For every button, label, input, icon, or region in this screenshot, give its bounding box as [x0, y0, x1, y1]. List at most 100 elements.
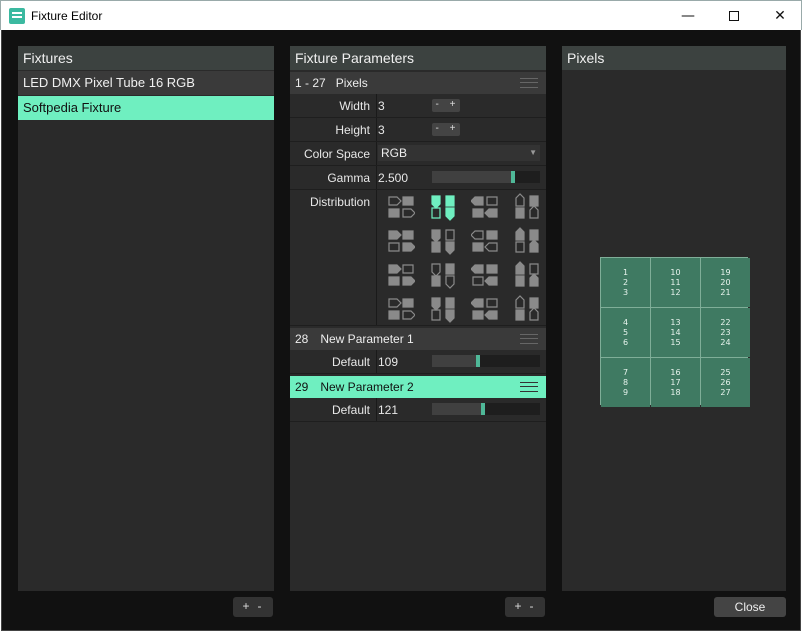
- minimize-button[interactable]: —: [665, 1, 711, 31]
- height-stepper[interactable]: - +: [432, 123, 460, 136]
- group-name: New Parameter 2: [320, 380, 414, 394]
- distribution-option-icon[interactable]: [506, 258, 548, 292]
- gamma-value[interactable]: 2.500: [378, 171, 408, 185]
- pixel-number: 2: [622, 277, 629, 287]
- pixel-number: 3: [622, 287, 629, 297]
- slider-knob[interactable]: [476, 355, 480, 367]
- title-bar: Fixture Editor — ✕: [0, 0, 802, 30]
- slider-fill: [432, 171, 513, 183]
- divider: [376, 94, 377, 117]
- parameter-group-2[interactable]: 29 New Parameter 2: [290, 376, 546, 398]
- parameter-add-remove: +-: [505, 597, 545, 617]
- chevron-down-icon: ▼: [529, 148, 537, 157]
- default-value[interactable]: 109: [378, 355, 398, 369]
- pixel-number: 5: [622, 327, 629, 337]
- slider-knob[interactable]: [511, 171, 515, 183]
- distribution-option-icon[interactable]: [380, 292, 422, 326]
- distribution-option-icon[interactable]: [422, 190, 464, 224]
- default-value[interactable]: 121: [378, 403, 398, 417]
- divider: [376, 190, 377, 325]
- close-button[interactable]: Close: [714, 597, 786, 617]
- default-slider[interactable]: [432, 403, 540, 415]
- maximize-button[interactable]: [711, 1, 757, 31]
- parameter-group-pixels[interactable]: 1 - 27 Pixels: [290, 72, 546, 94]
- divider: [376, 118, 377, 141]
- fixture-item-selected[interactable]: Softpedia Fixture: [18, 96, 274, 120]
- fixtures-header: Fixtures: [18, 46, 274, 70]
- default-label: Default: [331, 403, 370, 417]
- distribution-option-icon[interactable]: [380, 224, 422, 258]
- distribution-option-icon[interactable]: [380, 258, 422, 292]
- pixels-panel: Pixels 1 2 3 10 11 12 19 20 21 4 5 6 13 14 15 22 23 24 7 8 9…: [562, 46, 786, 591]
- distribution-option-icon[interactable]: [422, 258, 464, 292]
- pixel-number: 23: [720, 327, 731, 337]
- default-row: Default 109: [290, 350, 546, 374]
- default-label: Default: [331, 355, 370, 369]
- gamma-label: Gamma: [327, 171, 370, 185]
- group-number: 28: [295, 332, 309, 346]
- drag-handle-icon[interactable]: [520, 78, 538, 88]
- divider: [376, 398, 377, 421]
- distribution-option-icon[interactable]: [506, 224, 548, 258]
- distribution-option-icon[interactable]: [422, 224, 464, 258]
- default-slider[interactable]: [432, 355, 540, 367]
- group-number: 29: [295, 380, 309, 394]
- height-value[interactable]: 3: [378, 123, 385, 137]
- pixel-number: 17: [670, 377, 681, 387]
- pixel-number: 22: [720, 317, 731, 327]
- width-value[interactable]: 3: [378, 99, 385, 113]
- distribution-option-icon[interactable]: [380, 190, 422, 224]
- pixel-cell: 25 26 27: [701, 358, 750, 407]
- distribution-option-icon[interactable]: [464, 292, 506, 326]
- width-stepper[interactable]: - +: [432, 99, 460, 112]
- pixel-number: 27: [720, 387, 731, 397]
- colorspace-select[interactable]: RGB ▼: [378, 145, 540, 161]
- pixel-cell: 456: [601, 308, 650, 357]
- add-fixture-button[interactable]: +: [242, 599, 257, 613]
- app-icon: [9, 8, 25, 24]
- colorspace-value: RGB: [381, 146, 408, 160]
- remove-fixture-button[interactable]: -: [258, 599, 270, 613]
- gamma-slider[interactable]: [432, 171, 540, 183]
- divider: [376, 142, 377, 165]
- group-range: 1 - 27: [295, 76, 326, 90]
- group-name: Pixels: [335, 76, 368, 90]
- pixel-number: 20: [720, 277, 731, 287]
- distribution-option-icon[interactable]: [506, 190, 548, 224]
- pixel-cell: 13 14 15: [651, 308, 700, 357]
- window-title: Fixture Editor: [31, 9, 103, 23]
- slider-knob[interactable]: [481, 403, 485, 415]
- distribution-row: Distribution: [290, 190, 546, 326]
- distribution-option-icon[interactable]: [464, 190, 506, 224]
- remove-parameter-button[interactable]: -: [530, 599, 542, 613]
- distribution-option-icon[interactable]: [464, 224, 506, 258]
- fixtures-panel: Fixtures LED DMX Pixel Tube 16 RGB Softp…: [18, 46, 274, 591]
- distribution-option-icon[interactable]: [506, 292, 548, 326]
- distribution-option-icon[interactable]: [422, 292, 464, 326]
- drag-handle-icon[interactable]: [520, 382, 538, 392]
- drag-handle-icon[interactable]: [520, 334, 538, 344]
- divider: [376, 166, 377, 189]
- fixture-parameters-panel: Fixture Parameters 1 - 27 Pixels Width 3…: [290, 46, 546, 591]
- slider-fill: [432, 355, 478, 367]
- add-parameter-button[interactable]: +: [514, 599, 529, 613]
- parameter-group-1[interactable]: 28 New Parameter 1: [290, 328, 546, 350]
- pixel-number: 12: [670, 287, 681, 297]
- default-row: Default 121: [290, 398, 546, 422]
- distribution-label: Distribution: [309, 195, 370, 209]
- pixel-number: 6: [622, 337, 629, 347]
- pixel-cell: 123: [601, 258, 650, 307]
- pixel-number: 15: [670, 337, 681, 347]
- maximize-icon: [729, 11, 739, 21]
- pixel-cell: 10 11 12: [651, 258, 700, 307]
- close-window-button[interactable]: ✕: [757, 1, 802, 31]
- fixture-item[interactable]: LED DMX Pixel Tube 16 RGB: [18, 71, 274, 95]
- pixel-number: 11: [670, 277, 681, 287]
- pixels-header: Pixels: [562, 46, 786, 70]
- pixel-number: 9: [622, 387, 629, 397]
- distribution-option-icon[interactable]: [464, 258, 506, 292]
- editor-body: Fixtures LED DMX Pixel Tube 16 RGB Softp…: [1, 30, 801, 631]
- pixel-number: 7: [622, 367, 629, 377]
- pixel-number: 1: [622, 267, 629, 277]
- parameters-header: Fixture Parameters: [290, 46, 546, 70]
